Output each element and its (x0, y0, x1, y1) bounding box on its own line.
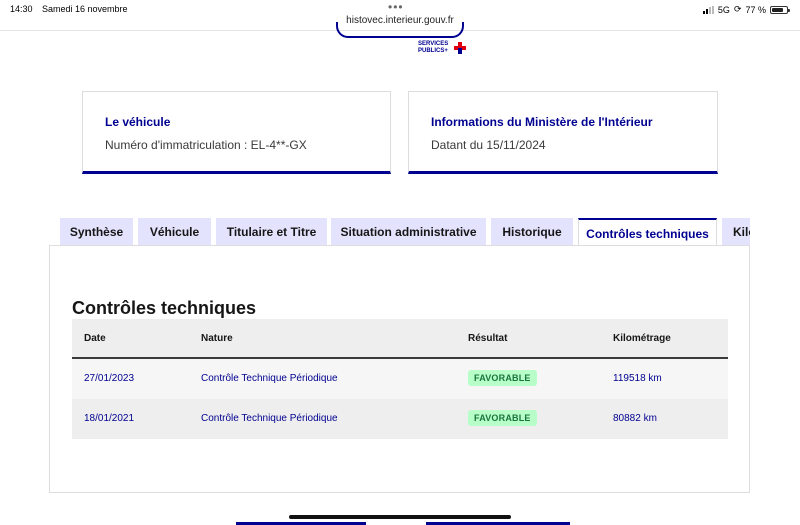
signal-icon (702, 5, 714, 14)
table-header: Date Nature Résultat Kilométrage (72, 319, 728, 359)
status-date: Samedi 16 novembre (42, 4, 128, 14)
table-row: 18/01/2021 Contrôle Technique Périodique… (72, 399, 728, 439)
row-mileage: 119518 km (613, 373, 662, 384)
tab-synthese[interactable]: Synthèse (60, 218, 133, 246)
row-date: 27/01/2023 (84, 373, 135, 384)
registration-number: Numéro d'immatriculation : EL-4**-GX (105, 138, 307, 152)
ministry-card-title: Informations du Ministère de l'Intérieur (431, 115, 653, 129)
tab-bar: Synthèse Véhicule Titulaire et Titre Sit… (60, 218, 750, 246)
network-label: 5G (717, 4, 730, 15)
battery-icon (770, 5, 790, 14)
status-indicators: 5G ⟳ 77 % (702, 4, 790, 15)
result-badge: FAVORABLE (468, 370, 537, 386)
status-time: 14:30 (10, 4, 33, 14)
home-indicator[interactable] (289, 515, 511, 519)
row-nature: Contrôle Technique Périodique (201, 373, 338, 384)
column-nature: Nature (201, 333, 233, 344)
column-result: Résultat (468, 333, 508, 344)
services-publics-logo: SERVICES PUBLICS+ (418, 41, 449, 54)
row-mileage: 80882 km (613, 413, 657, 424)
row-date: 18/01/2021 (84, 413, 135, 424)
column-mileage: Kilométrage (613, 333, 671, 344)
orientation-lock-icon: ⟳ (733, 4, 742, 14)
tab-vehicule[interactable]: Véhicule (138, 218, 211, 246)
services-publics-plus-icon (454, 42, 466, 54)
multitasking-dots-icon[interactable]: ••• (388, 0, 404, 14)
tab-historique[interactable]: Historique (491, 218, 573, 246)
result-badge: FAVORABLE (468, 410, 537, 426)
column-date: Date (84, 333, 106, 344)
tab-panel: Contrôles techniques Date Nature Résulta… (49, 245, 750, 493)
ministry-card: Informations du Ministère de l'Intérieur… (408, 91, 718, 174)
battery-percent: 77 % (745, 4, 766, 15)
row-nature: Contrôle Technique Périodique (201, 413, 338, 424)
inspections-table: Date Nature Résultat Kilométrage 27/01/2… (72, 319, 728, 439)
vehicle-card: Le véhicule Numéro d'immatriculation : E… (82, 91, 391, 174)
header-button[interactable] (336, 22, 464, 38)
tab-titulaire[interactable]: Titulaire et Titre (216, 218, 327, 246)
panel-title: Contrôles techniques (72, 298, 257, 318)
data-date: Datant du 15/11/2024 (431, 138, 546, 152)
vehicle-card-title: Le véhicule (105, 115, 171, 129)
tab-situation-administrative[interactable]: Situation administrative (331, 218, 486, 246)
table-row: 27/01/2023 Contrôle Technique Périodique… (72, 359, 728, 399)
tab-controles-techniques[interactable]: Contrôles techniques (578, 218, 717, 246)
tab-kilometrage[interactable]: Kilo (722, 218, 750, 246)
